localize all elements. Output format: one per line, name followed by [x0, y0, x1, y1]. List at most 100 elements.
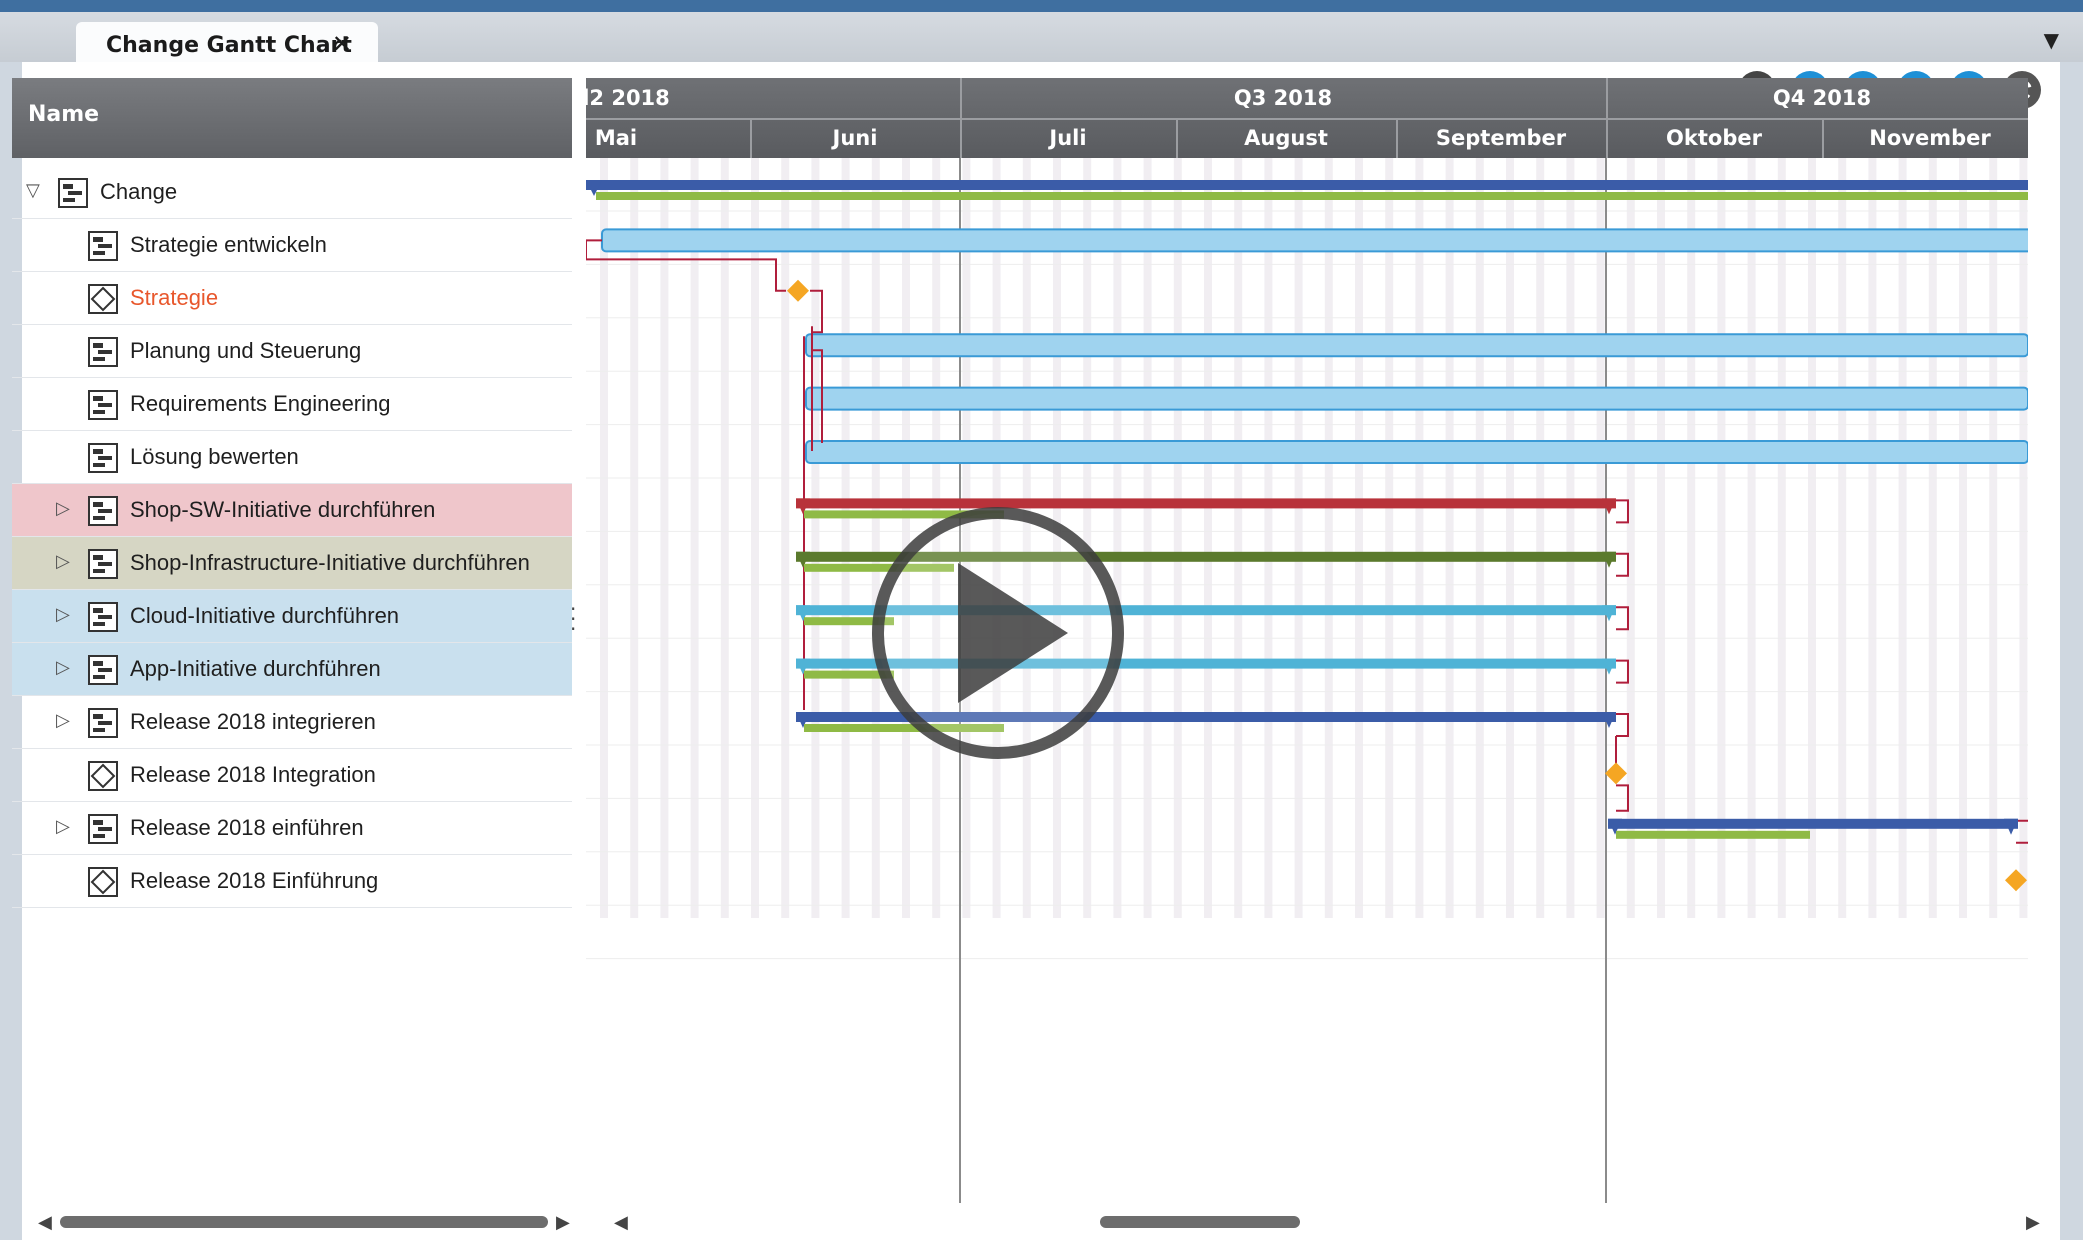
expand-icon[interactable]: ▷ [56, 498, 70, 519]
tree-row[interactable]: Strategie entwickeln [12, 219, 572, 272]
tree-row[interactable]: Requirements Engineering [12, 378, 572, 431]
month-label: November [1869, 126, 1991, 150]
video-play-button[interactable] [870, 505, 1126, 761]
tree-row[interactable]: ▷ Shop-Infrastructure-Initiative durchfüh… [12, 537, 572, 590]
gantt-horizontal-scrollbar[interactable] [1100, 1216, 1300, 1228]
week-stripe [1808, 158, 1816, 918]
week-stripe [781, 158, 790, 918]
progress-bar[interactable] [1616, 830, 1810, 839]
month-label: September [1435, 126, 1567, 150]
week-stripe [1777, 158, 1786, 918]
month-divider [1176, 118, 1178, 158]
week-stripe [1536, 158, 1545, 918]
task-bar[interactable] [805, 386, 2028, 411]
month-divider [960, 118, 962, 158]
week-stripe [1657, 158, 1665, 918]
week-stripe [1717, 158, 1726, 918]
milestone-marker[interactable] [787, 279, 809, 302]
week-stripe [1838, 158, 1847, 918]
month-label: August [1244, 126, 1328, 150]
tree-row[interactable]: ▷ Shop-SW-Initiative durchführen [12, 484, 572, 537]
expand-icon[interactable]: ▷ [56, 657, 70, 678]
tree-row-label: Shop-Infrastructure-Initiative durchführ… [130, 550, 530, 575]
dependency-link [1616, 606, 1629, 631]
tree-header: Name [12, 78, 572, 158]
month-label: Mai [594, 126, 638, 150]
task-icon [88, 443, 118, 473]
tree-scroll-right-icon[interactable]: ▶ [556, 1212, 570, 1233]
week-stripe [1868, 158, 1877, 918]
tree-row[interactable]: ▷ Cloud-Initiative durchführen [12, 590, 572, 643]
tree-row[interactable]: ▽ Change [12, 166, 572, 219]
dependency-link [1616, 499, 1629, 524]
progress-bar[interactable] [596, 192, 2028, 200]
tree-row-label: Planung und Steuerung [130, 338, 362, 363]
dependency-link [1616, 552, 1629, 577]
week-stripe [1566, 158, 1575, 918]
header-row-divider [586, 118, 2028, 120]
tree-row-label: Shop-SW-Initiative durchführen [130, 497, 436, 522]
week-stripe [1385, 158, 1394, 918]
week-stripe [1294, 158, 1303, 918]
tree-scroll-left-icon[interactable]: ◀ [38, 1212, 52, 1233]
quarter-label: Q3 2018 [1233, 86, 1333, 110]
project-icon [58, 178, 88, 208]
gantt-scroll-left-icon[interactable]: ◀ [614, 1212, 628, 1233]
tree-row-label: Strategie [130, 285, 219, 310]
month-divider [750, 118, 752, 158]
tree-row[interactable]: Release 2018 Integration [12, 749, 572, 802]
summary-bar-change[interactable] [586, 180, 2028, 190]
tree-row[interactable]: Planung und Steuerung [12, 325, 572, 378]
task-icon [88, 814, 118, 844]
week-stripe [1475, 158, 1484, 918]
week-stripe [841, 158, 850, 918]
expand-icon[interactable]: ▷ [56, 710, 70, 731]
expand-icon[interactable]: ▷ [56, 816, 70, 837]
week-stripe [1324, 158, 1333, 918]
tree-row-label: Lösung bewerten [130, 444, 299, 469]
tree-row[interactable]: ▷ Release 2018 integrieren [12, 696, 572, 749]
summary-bar-release-einfuehren[interactable] [1608, 818, 2018, 829]
milestone-icon [88, 761, 118, 791]
week-stripe [1898, 158, 1907, 918]
task-icon [88, 655, 118, 685]
milestone-marker[interactable] [1605, 762, 1627, 785]
tree-row[interactable]: Strategie [12, 272, 572, 325]
dependency-link [1616, 659, 1629, 684]
panel-splitter[interactable]: · · · [570, 599, 576, 639]
month-divider [1606, 118, 1608, 158]
month-label: Oktober [1666, 126, 1762, 150]
expand-icon[interactable]: ▷ [56, 551, 70, 572]
close-icon[interactable]: ✕ [332, 30, 352, 58]
quarter-label: l2 2018 [586, 86, 670, 110]
task-icon [88, 496, 118, 526]
tree-row[interactable]: Release 2018 Einführung [12, 855, 572, 908]
week-stripe [811, 158, 820, 918]
week-stripe [1415, 158, 1424, 918]
name-column-header[interactable]: Name [28, 102, 99, 127]
task-icon [88, 390, 118, 420]
tree-row[interactable]: ▷ Release 2018 einführen [12, 802, 572, 855]
dependency-link [1616, 713, 1629, 737]
week-stripe [630, 158, 639, 918]
week-stripe [600, 158, 608, 918]
week-stripe [1687, 158, 1696, 918]
tab-menu-dropdown-icon[interactable]: ▼ [2044, 28, 2059, 52]
collapse-icon[interactable]: ▽ [26, 180, 40, 201]
week-stripe [1445, 158, 1454, 918]
tree-row-label: Release 2018 integrieren [130, 709, 376, 734]
gantt-scroll-right-icon[interactable]: ▶ [2026, 1212, 2040, 1233]
task-icon [88, 549, 118, 579]
tree-row[interactable]: ▷ App-Initiative durchführen [12, 643, 572, 696]
play-icon [872, 507, 1124, 759]
tree-horizontal-scrollbar[interactable] [60, 1216, 548, 1228]
tree-row[interactable]: Lösung bewerten [12, 431, 572, 484]
expand-icon[interactable]: ▷ [56, 604, 70, 625]
tree-row-label: Release 2018 Integration [130, 762, 376, 787]
task-bar[interactable] [805, 333, 2028, 358]
task-bar-strategie-entwickeln[interactable] [601, 228, 2028, 253]
app-window: Change Gantt Chart ✕ ▼ Name ▽ Change Str… [0, 0, 2083, 1240]
gantt-bars [586, 158, 2028, 1203]
task-bar[interactable] [805, 440, 2028, 464]
milestone-icon [88, 867, 118, 897]
